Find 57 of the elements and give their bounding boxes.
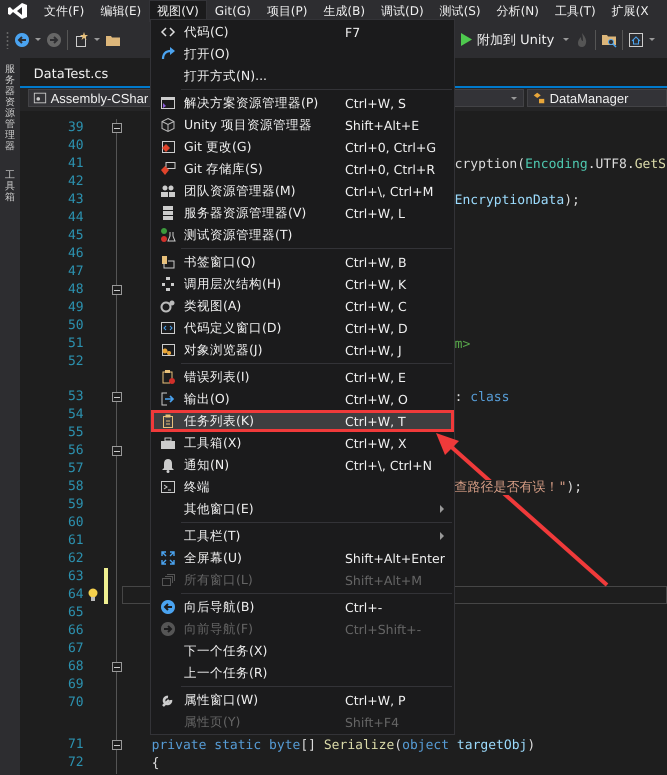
- line-number: 48: [66, 281, 85, 299]
- shortcut-label: Ctrl+\, Ctrl+M: [345, 184, 434, 198]
- line-number: 60: [66, 514, 85, 532]
- line-number: 47: [66, 263, 85, 281]
- line-number: 50: [66, 317, 85, 335]
- shortcut-label: Ctrl+\, Ctrl+N: [345, 458, 432, 472]
- line-number: 69: [66, 676, 85, 694]
- shortcut-label: Ctrl+W, X: [345, 436, 407, 450]
- line-number: 72: [66, 754, 85, 772]
- line-number: 59: [66, 496, 85, 514]
- line-number: 44: [66, 209, 85, 227]
- line-number: 64: [66, 586, 85, 604]
- line-number: 43: [66, 191, 85, 209]
- line-number: 53: [66, 388, 85, 406]
- line-number: 63: [66, 568, 85, 586]
- line-number: 45: [66, 227, 85, 245]
- line-number: 57: [66, 460, 85, 478]
- shortcut-label: Ctrl+W, O: [345, 392, 408, 406]
- line-number: 42: [66, 173, 85, 191]
- shortcut-label: Ctrl+W, D: [345, 320, 408, 336]
- shortcut-label: Ctrl+W, E: [345, 370, 406, 384]
- line-number: 41: [66, 155, 85, 173]
- line-number: 67: [66, 640, 85, 658]
- shortcut-label: Ctrl+W, C: [345, 298, 407, 314]
- shortcut-label: Shift+F4: [345, 714, 400, 730]
- line-number: 49: [66, 299, 85, 317]
- line-number: 39: [66, 119, 85, 137]
- shortcut-label: Shift+Alt+E: [345, 118, 420, 132]
- shortcut-label: Ctrl+W, J: [345, 342, 402, 358]
- shortcut-label: Ctrl+W, P: [345, 692, 406, 708]
- shortcut-label: Ctrl+W, L: [345, 206, 405, 220]
- line-number: 68: [66, 658, 85, 676]
- shortcut-label: Ctrl+0, Ctrl+G: [345, 140, 436, 154]
- line-number: 66: [66, 622, 85, 640]
- line-number: 56: [66, 442, 85, 460]
- line-number: 61: [66, 532, 85, 550]
- shortcut-label: Ctrl+Shift+-: [345, 622, 422, 636]
- line-number: 52: [66, 353, 85, 371]
- line-number: 65: [66, 604, 85, 622]
- shortcut-label: Shift+Alt+Enter: [345, 550, 445, 566]
- shortcut-label: F7: [345, 24, 360, 40]
- shortcut-label: Ctrl+W, T: [345, 414, 407, 428]
- shortcut-label: Ctrl+0, Ctrl+R: [345, 162, 436, 176]
- shortcut-label: Ctrl+-: [345, 600, 382, 614]
- line-number: 70: [66, 694, 85, 712]
- line-number: 54: [66, 406, 85, 424]
- shortcut-label: Ctrl+W, S: [345, 96, 406, 110]
- line-number: 40: [66, 137, 85, 155]
- shortcut-label: Ctrl+W, B: [345, 254, 407, 270]
- line-number: 55: [66, 424, 85, 442]
- line-number: 71: [66, 736, 85, 754]
- line-number: 58: [66, 478, 85, 496]
- line-number: 62: [66, 550, 85, 568]
- shortcut-label: Shift+Alt+M: [345, 572, 422, 588]
- line-number: 46: [66, 245, 85, 263]
- line-number: 51: [66, 335, 85, 353]
- shortcut-label: Ctrl+W, K: [345, 276, 406, 292]
